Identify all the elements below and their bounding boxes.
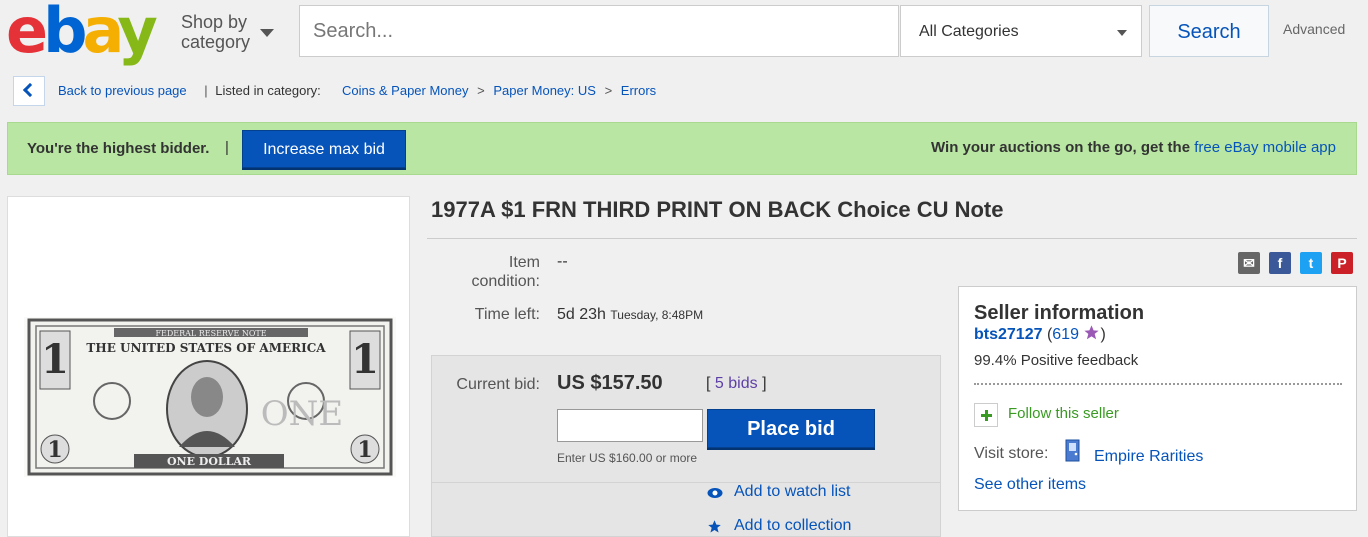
note-country-text: THE UNITED STATES OF AMERICA	[86, 341, 326, 355]
note-corner-value: 1	[47, 437, 62, 463]
seller-score-close: )	[1100, 326, 1106, 343]
note-top-text: FEDERAL RESERVE NOTE	[155, 329, 266, 338]
mobile-app-promo-text: Win your auctions on the go, get the	[931, 139, 1191, 156]
chevron-down-icon	[1117, 30, 1127, 36]
visit-store-label: Visit store:	[974, 445, 1049, 462]
bid-count: [ 5 bids ]	[706, 375, 767, 393]
store-door-icon	[1065, 439, 1080, 462]
breadcrumb-paper-money-link[interactable]: Paper Money: US	[493, 83, 596, 98]
back-to-previous-link[interactable]: Back to previous page	[58, 83, 187, 98]
listed-in-label: Listed in category:	[215, 83, 321, 98]
time-left-label: Time left:	[474, 306, 540, 323]
bid-count-open: [	[706, 375, 711, 392]
category-select[interactable]: All Categories	[900, 5, 1142, 57]
add-to-collection-link[interactable]: Add to collection	[734, 517, 851, 535]
category-select-value: All Categories	[919, 23, 1019, 40]
chevron-left-icon	[22, 82, 38, 98]
note-corner-value: 1	[351, 336, 379, 383]
place-bid-button[interactable]: Place bid	[707, 409, 875, 448]
highest-bidder-status: You're the highest bidder.	[27, 140, 210, 157]
follow-seller-link[interactable]: Follow this seller	[1008, 405, 1119, 422]
seller-divider	[974, 383, 1342, 385]
current-bid-label: Current bid:	[456, 376, 540, 393]
mobile-app-link[interactable]: free eBay mobile app	[1194, 139, 1336, 156]
bid-history-link[interactable]: 5 bids	[715, 375, 758, 392]
seller-name-link[interactable]: bts27127	[974, 326, 1043, 343]
advanced-search-link[interactable]: Advanced	[1283, 21, 1345, 37]
item-condition-value: --	[557, 253, 568, 270]
breadcrumb-separator: >	[604, 83, 613, 98]
follow-seller-icon[interactable]	[974, 403, 998, 427]
time-left-remaining: 5d 23h	[557, 306, 606, 323]
search-button[interactable]: Search	[1149, 5, 1269, 57]
breadcrumb-errors-link[interactable]: Errors	[621, 83, 656, 98]
increase-max-bid-button[interactable]: Increase max bid	[242, 130, 406, 168]
item-condition-label-line1: Item	[508, 254, 540, 271]
facebook-icon[interactable]: f	[1269, 252, 1291, 274]
banner-divider: |	[225, 139, 229, 156]
store-name-link[interactable]: Empire Rarities	[1094, 448, 1203, 466]
eye-icon	[707, 488, 723, 498]
bid-hint: Enter US $160.00 or more	[557, 451, 698, 465]
breadcrumb: Back to previous page | Listed in catego…	[58, 83, 656, 98]
note-corner-value: 1	[357, 437, 372, 463]
breadcrumb-pipe: |	[204, 83, 208, 98]
breadcrumb-coins-link[interactable]: Coins & Paper Money	[342, 83, 468, 98]
shop-by-label: Shop by	[181, 12, 248, 32]
email-icon[interactable]: ✉	[1238, 252, 1260, 274]
item-image-panel: FEDERAL RESERVE NOTE THE UNITED STATES O…	[7, 196, 410, 537]
add-to-watch-list-link[interactable]: Add to watch list	[734, 483, 851, 501]
current-bid-value: US $157.50	[557, 372, 663, 394]
chevron-down-icon[interactable]	[260, 29, 274, 37]
back-button[interactable]	[13, 76, 45, 106]
see-other-items-link[interactable]: See other items	[974, 476, 1086, 494]
breadcrumb-separator: >	[477, 83, 485, 98]
seller-name-row: bts27127 (619 )	[974, 324, 1106, 344]
item-title: 1977A $1 FRN THIRD PRINT ON BACK Choice …	[431, 197, 1004, 222]
pinterest-icon[interactable]: P	[1331, 252, 1353, 274]
dollar-bill-image[interactable]: FEDERAL RESERVE NOTE THE UNITED STATES O…	[24, 317, 396, 477]
bid-panel: Current bid: US $157.50 [ 5 bids ] Place…	[431, 355, 941, 537]
note-denomination-text: ONE DOLLAR	[167, 455, 252, 468]
note-corner-value: 1	[41, 336, 69, 383]
highest-bidder-banner: You're the highest bidder. | Increase ma…	[7, 122, 1357, 175]
time-left-end: Tuesday, 8:48PM	[610, 308, 704, 322]
header: ebay Shop by category All Categories Sea…	[0, 0, 1368, 66]
shop-by-category-button[interactable]: Shop by category	[181, 12, 250, 52]
purple-star-icon	[1084, 325, 1100, 340]
seller-info-title: Seller information	[974, 302, 1145, 324]
ebay-logo[interactable]: ebay	[6, 0, 158, 66]
seller-feedback-score-link[interactable]: 619	[1052, 326, 1079, 343]
title-divider	[427, 238, 1357, 239]
star-icon	[708, 520, 721, 533]
category-label: category	[181, 32, 251, 52]
bid-panel-divider	[432, 482, 940, 483]
bid-amount-input[interactable]	[557, 409, 703, 442]
search-input[interactable]	[299, 5, 899, 57]
seller-positive-feedback: 99.4% Positive feedback	[974, 352, 1139, 369]
time-left-value: 5d 23h Tuesday, 8:48PM	[557, 306, 703, 324]
bid-count-close: ]	[762, 375, 767, 392]
item-condition-label-line2: condition:	[471, 273, 541, 290]
twitter-icon[interactable]: t	[1300, 252, 1322, 274]
item-condition-label: Item condition:	[440, 253, 541, 291]
seller-info-panel: Seller information bts27127 (619 ) 99.4%…	[958, 286, 1357, 511]
note-value-word: ONE	[261, 394, 343, 434]
mobile-app-promo: Win your auctions on the go, get the fre…	[931, 139, 1336, 156]
